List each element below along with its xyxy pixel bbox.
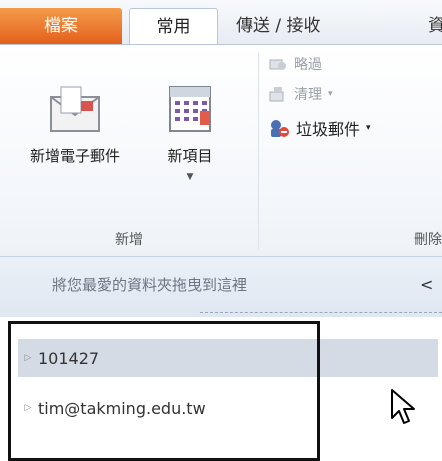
clean-up-dropdown-icon: ▾ bbox=[328, 89, 333, 99]
new-items-label: 新項目 bbox=[167, 147, 213, 165]
new-email-label: 新增電子郵件 bbox=[29, 147, 120, 165]
junk-mail-icon bbox=[271, 120, 289, 137]
ribbon: 新增電子郵件 新項目 ▼ 新增 略過 清理 ▾ 垃圾郵件 ▾ 刪除 bbox=[0, 44, 442, 257]
junk-mail-button[interactable]: 垃圾郵件 ▾ bbox=[268, 117, 371, 139]
ignore-button[interactable]: 略過 bbox=[268, 53, 322, 75]
clean-up-button[interactable]: 清理 ▾ bbox=[268, 83, 333, 105]
expand-triangle-icon[interactable]: ▷ bbox=[18, 403, 38, 413]
group-label-delete: 刪除 bbox=[414, 232, 442, 248]
ribbon-tab-bar: 檔案 常用 傳送 / 接收 資 bbox=[0, 0, 442, 45]
favorites-hint: 將您最愛的資料夾拖曳到這裡 bbox=[52, 276, 248, 294]
ribbon-group-new: 新增電子郵件 新項目 ▼ 新增 bbox=[0, 45, 258, 257]
ribbon-group-delete: 略過 清理 ▾ 垃圾郵件 ▾ 刪除 bbox=[260, 45, 442, 257]
group-label-new: 新增 bbox=[115, 232, 143, 248]
ignore-icon bbox=[269, 59, 286, 70]
junk-dropdown-icon: ▾ bbox=[366, 123, 371, 133]
calendar-icon bbox=[169, 86, 211, 132]
favorites-divider bbox=[200, 312, 442, 313]
mouse-cursor-icon bbox=[391, 389, 415, 424]
dropdown-arrow-icon: ▼ bbox=[186, 172, 194, 182]
tab-file[interactable]: 檔案 bbox=[0, 8, 122, 44]
folder-row[interactable]: ▷ tim@takming.edu.tw bbox=[18, 389, 438, 427]
folder-pane: ▷ 101427 ▷ tim@takming.edu.tw bbox=[0, 317, 442, 452]
envelope-icon bbox=[50, 86, 100, 132]
clean-up-label: 清理 bbox=[294, 87, 322, 103]
group-divider bbox=[258, 53, 259, 249]
ignore-label: 略過 bbox=[294, 57, 322, 73]
collapse-pane-icon[interactable]: < bbox=[420, 257, 433, 313]
tab-home[interactable]: 常用 bbox=[129, 8, 218, 45]
new-email-button[interactable]: 新增電子郵件 bbox=[16, 81, 134, 166]
tab-partial[interactable]: 資 bbox=[428, 8, 442, 44]
folder-row[interactable]: ▷ 101427 bbox=[18, 339, 438, 377]
expand-triangle-icon[interactable]: ▷ bbox=[18, 353, 38, 363]
junk-mail-label: 垃圾郵件 bbox=[296, 120, 361, 139]
folder-name: tim@takming.edu.tw bbox=[38, 398, 206, 418]
clean-up-icon bbox=[269, 87, 284, 102]
new-items-button[interactable]: 新項目 ▼ bbox=[142, 81, 238, 182]
folder-name: 101427 bbox=[38, 348, 100, 368]
tab-send-receive[interactable]: 傳送 / 接收 bbox=[236, 8, 321, 44]
favorites-bar[interactable]: 將您最愛的資料夾拖曳到這裡 < bbox=[0, 256, 442, 317]
